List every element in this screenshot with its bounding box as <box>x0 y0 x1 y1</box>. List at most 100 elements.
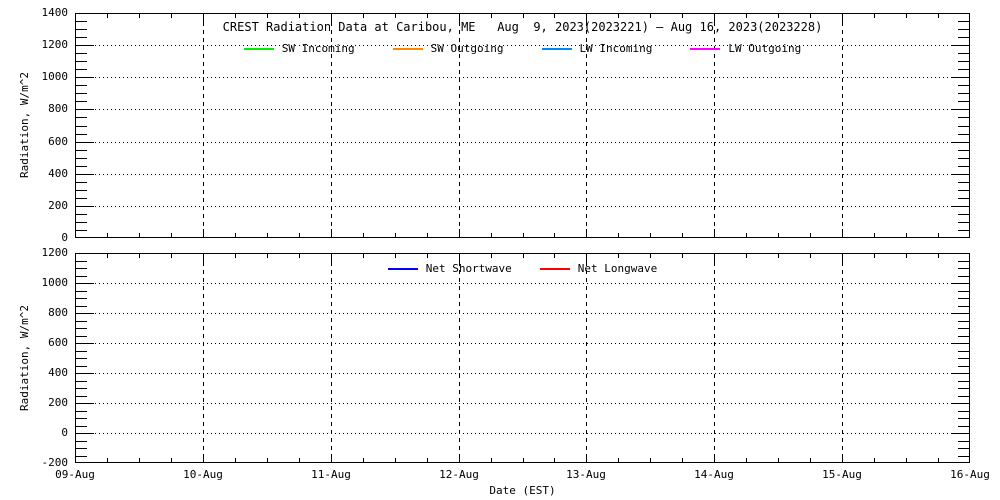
x-tick-label: 16-Aug <box>938 468 1000 481</box>
x-axis-tick <box>331 14 332 22</box>
y-tick-label: 200 <box>14 396 68 409</box>
x-axis-tick <box>235 458 236 462</box>
y-axis-tick <box>958 306 969 307</box>
y-axis-tick <box>76 117 87 118</box>
y-axis-tick <box>951 109 969 110</box>
x-axis-tick <box>299 254 300 258</box>
y-axis-tick <box>76 93 87 94</box>
legend-label: LW Outgoing <box>728 42 801 55</box>
x-axis-tick <box>586 454 587 462</box>
x-axis-tick <box>906 458 907 462</box>
y-axis-tick <box>958 182 969 183</box>
x-axis-tick <box>267 254 268 258</box>
y-axis-tick <box>76 381 87 382</box>
x-axis-tick <box>107 254 108 258</box>
y-axis-tick <box>951 283 969 284</box>
x-axis-tick <box>203 229 204 237</box>
legend: SW IncomingSW OutgoingLW IncomingLW Outg… <box>75 42 970 55</box>
legend-item: Net Shortwave <box>388 262 512 275</box>
x-tick-label: 11-Aug <box>299 468 363 481</box>
y-axis-tick <box>76 396 87 397</box>
x-axis-tick <box>427 458 428 462</box>
y-gridline <box>95 403 950 404</box>
y-axis-tick <box>76 298 87 299</box>
y-axis-tick <box>76 448 87 449</box>
x-axis-tick <box>395 458 396 462</box>
y-gridline <box>95 373 950 374</box>
y-axis-tick <box>958 198 969 199</box>
y-axis-tick <box>76 190 87 191</box>
x-axis-tick <box>938 254 939 258</box>
y-axis-tick <box>951 313 969 314</box>
x-axis-tick <box>203 254 204 262</box>
y-axis-tick <box>958 21 969 22</box>
y-tick-label: 800 <box>14 306 68 319</box>
x-axis-tick <box>459 454 460 462</box>
x-axis-tick <box>139 233 140 237</box>
y-axis-tick <box>958 328 969 329</box>
y-axis-tick <box>76 198 87 199</box>
x-axis-tick <box>203 14 204 22</box>
x-axis-tick <box>682 254 683 258</box>
y-axis-tick <box>958 396 969 397</box>
x-axis-tick <box>523 254 524 258</box>
y-axis-tick <box>951 77 969 78</box>
y-axis-tick <box>76 166 87 167</box>
x-axis-tick <box>491 458 492 462</box>
x-axis-tick <box>938 233 939 237</box>
x-axis-tick <box>139 458 140 462</box>
x-axis-tick <box>523 14 524 18</box>
y-axis-tick <box>76 441 87 442</box>
x-axis-tick <box>427 254 428 258</box>
x-axis-tick <box>746 233 747 237</box>
x-gridline <box>842 262 843 454</box>
y-axis-tick <box>958 381 969 382</box>
y-gridline <box>95 142 950 143</box>
x-axis-tick <box>331 454 332 462</box>
y-axis-tick <box>76 411 87 412</box>
y-axis-tick <box>76 276 87 277</box>
x-axis-tick <box>299 14 300 18</box>
y-axis-tick <box>958 336 969 337</box>
y-axis-tick <box>958 358 969 359</box>
y-axis-tick <box>958 69 969 70</box>
y-axis-tick <box>76 158 87 159</box>
y-axis-tick <box>76 206 94 207</box>
x-tick-label: 10-Aug <box>171 468 235 481</box>
x-axis-tick <box>363 254 364 258</box>
x-axis-tick <box>554 14 555 18</box>
y-gridline <box>95 313 950 314</box>
x-axis-tick <box>267 14 268 18</box>
y-axis-tick <box>958 158 969 159</box>
x-axis-tick <box>618 14 619 18</box>
y-axis-tick <box>76 77 94 78</box>
y-axis-tick <box>76 336 87 337</box>
y-axis-tick <box>958 190 969 191</box>
x-axis-tick <box>874 458 875 462</box>
y-axis-tick <box>958 456 969 457</box>
y-axis-tick <box>958 426 969 427</box>
x-axis-tick <box>395 14 396 18</box>
y-gridline <box>95 109 950 110</box>
y-axis-tick <box>958 101 969 102</box>
legend-label: Net Longwave <box>578 262 657 275</box>
x-axis-tick <box>586 14 587 22</box>
y-axis-tick <box>958 448 969 449</box>
y-axis-tick <box>76 21 87 22</box>
x-axis-tick <box>554 233 555 237</box>
y-axis-tick <box>76 101 87 102</box>
x-axis-tick <box>363 233 364 237</box>
y-gridline <box>95 174 950 175</box>
x-axis-tick <box>618 254 619 258</box>
plot-box <box>75 253 970 463</box>
y-axis-tick <box>76 388 87 389</box>
y-axis-tick <box>76 306 87 307</box>
x-axis-tick <box>554 254 555 258</box>
y-axis-tick <box>951 174 969 175</box>
y-axis-tick <box>76 283 94 284</box>
x-axis-tick <box>107 14 108 18</box>
legend-line-swatch <box>388 268 418 270</box>
x-axis-tick <box>746 254 747 258</box>
x-axis-tick <box>874 14 875 18</box>
y-axis-tick <box>76 426 87 427</box>
